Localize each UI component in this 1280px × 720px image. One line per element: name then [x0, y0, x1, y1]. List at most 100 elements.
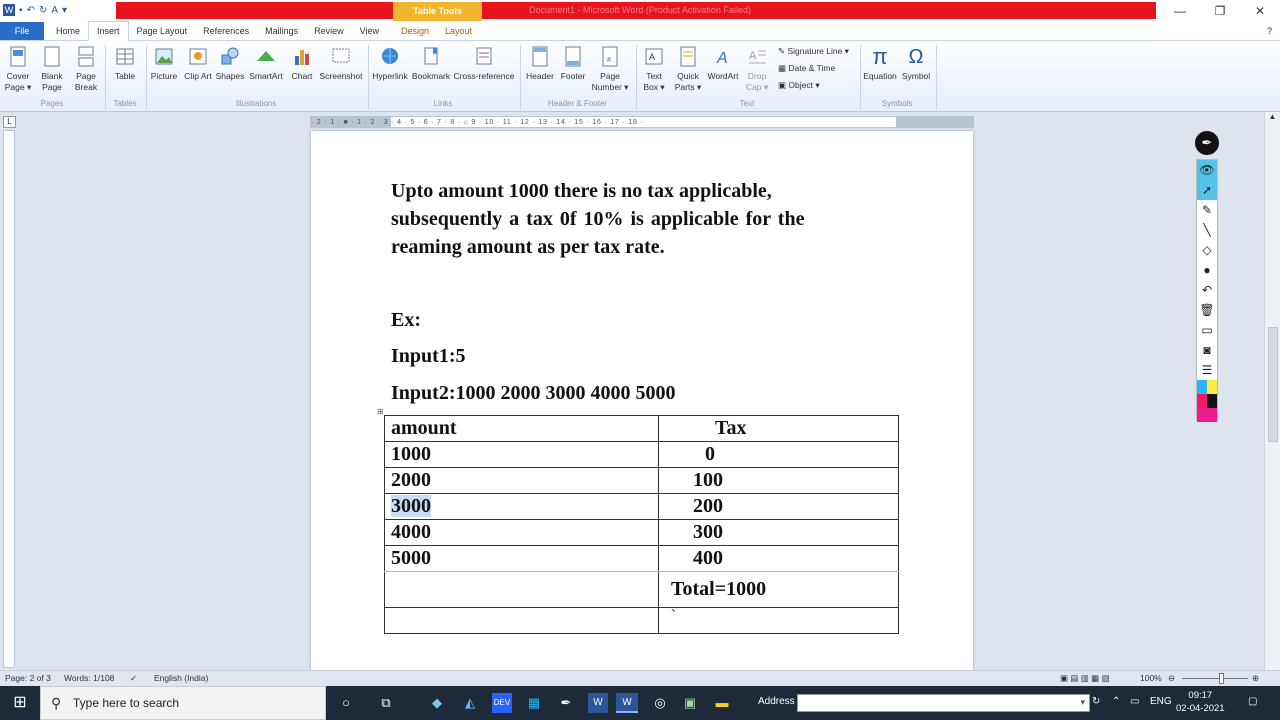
- bookmark-button[interactable]: Bookmark: [411, 45, 451, 82]
- picture-button[interactable]: Picture: [149, 45, 179, 82]
- page-number-button[interactable]: # Page Number ▾: [590, 45, 630, 93]
- devcpp-icon[interactable]: DEV: [492, 693, 512, 713]
- empty-cell[interactable]: [384, 607, 659, 634]
- hyperlink-button[interactable]: Hyperlink: [371, 45, 409, 82]
- page-break-button[interactable]: Page Break: [72, 45, 100, 93]
- undo-icon[interactable]: ↶: [27, 5, 35, 16]
- help-icon[interactable]: ?: [1267, 22, 1280, 40]
- input1-line[interactable]: Input1:5: [391, 342, 465, 370]
- tab-layout[interactable]: Layout: [437, 22, 480, 40]
- pen-tool-icon[interactable]: ✒: [1195, 131, 1219, 155]
- pen-app-icon[interactable]: ✒: [556, 693, 576, 713]
- calendar-icon[interactable]: ▦: [524, 693, 544, 713]
- equation-button[interactable]: π Equation: [862, 45, 898, 82]
- eye-icon[interactable]: 👁: [1197, 160, 1217, 180]
- dot-icon[interactable]: ●: [1197, 260, 1217, 280]
- signature-line-button[interactable]: ✎ Signature Line ▾: [778, 45, 849, 57]
- redo-icon[interactable]: ↻: [39, 5, 47, 16]
- network-icon[interactable]: ▭: [1130, 696, 1139, 707]
- tab-selector[interactable]: L: [3, 116, 16, 128]
- language-status[interactable]: English (India): [154, 671, 208, 686]
- table-button[interactable]: Table: [110, 45, 140, 82]
- tab-references[interactable]: References: [195, 22, 257, 40]
- tab-mailings[interactable]: Mailings: [257, 22, 306, 40]
- word-icon[interactable]: W: [3, 4, 15, 16]
- trash-icon[interactable]: 🗑: [1197, 300, 1217, 320]
- zoom-level[interactable]: 100%: [1140, 671, 1162, 686]
- table-move-handle[interactable]: ⊞: [377, 407, 384, 416]
- paragraph-line-2[interactable]: subsequently a tax 0f 10% is applicable …: [391, 205, 804, 233]
- amount-cell[interactable]: 5000: [384, 545, 659, 572]
- text-box-button[interactable]: A Text Box ▾: [640, 45, 668, 93]
- date-time-button[interactable]: ▦ Date & Time: [778, 62, 835, 74]
- shapes-button[interactable]: Shapes: [214, 45, 246, 82]
- view-buttons[interactable]: ▣ ▤ ▥ ▦ ▧: [1060, 671, 1110, 686]
- cursor-icon[interactable]: ➚: [1197, 180, 1217, 200]
- smartart-button[interactable]: SmartArt: [248, 45, 284, 82]
- tab-view[interactable]: View: [352, 22, 387, 40]
- customize-qat-icon[interactable]: ▾: [62, 5, 67, 16]
- header-amount[interactable]: amount: [384, 415, 659, 442]
- color-pink-black[interactable]: [1197, 394, 1217, 408]
- cortana-icon[interactable]: ○: [336, 693, 356, 713]
- tax-cell[interactable]: 200: [658, 493, 899, 520]
- tab-file[interactable]: File: [0, 22, 44, 40]
- app-icon-1[interactable]: ◆: [427, 693, 447, 713]
- screenshot-button[interactable]: Screenshot: [318, 45, 364, 82]
- close-icon[interactable]: ✕: [1240, 0, 1280, 22]
- wordart-button[interactable]: A WordArt: [705, 45, 741, 82]
- horizontal-ruler[interactable]: · 2 · 1 · ■ · 1 · 2 · 3 · 4 · 5 · 6 · 7 …: [310, 116, 974, 128]
- zoom-slider[interactable]: [1182, 678, 1248, 679]
- zoom-out-icon[interactable]: ⊖: [1168, 671, 1175, 686]
- vertical-scrollbar[interactable]: ▲: [1264, 112, 1280, 670]
- tray-chevron-icon[interactable]: ⌃: [1112, 696, 1120, 707]
- symbol-button[interactable]: Ω Symbol: [900, 45, 932, 82]
- chart-button[interactable]: Chart: [288, 45, 316, 82]
- address-input[interactable]: ▾: [797, 694, 1090, 712]
- app-icon-3[interactable]: ▣: [680, 693, 700, 713]
- example-label[interactable]: Ex:: [391, 306, 421, 334]
- blank-page-button[interactable]: Blank Page: [38, 45, 66, 93]
- eraser-icon[interactable]: ◇: [1197, 240, 1217, 260]
- save-icon[interactable]: ▪: [19, 5, 23, 16]
- tax-table[interactable]: amount Tax 1000 0 2000 100 3000 200 4000…: [384, 415, 899, 634]
- tax-cell[interactable]: 0: [658, 441, 899, 468]
- camera-icon[interactable]: ◙: [1197, 340, 1217, 360]
- tab-home[interactable]: Home: [48, 22, 88, 40]
- word-app-icon[interactable]: W: [588, 693, 608, 713]
- quick-parts-button[interactable]: Quick Parts ▾: [672, 45, 704, 93]
- empty-cell[interactable]: [384, 571, 659, 608]
- tax-cell[interactable]: 300: [658, 519, 899, 546]
- screen-icon[interactable]: ▭: [1197, 320, 1217, 340]
- color-cyan-yellow[interactable]: [1197, 380, 1217, 394]
- notification-icon[interactable]: ▢: [1248, 696, 1257, 707]
- header-button[interactable]: Header: [523, 45, 557, 82]
- amount-cell-selected[interactable]: 3000: [384, 493, 659, 520]
- tab-design[interactable]: Design: [393, 22, 437, 40]
- header-tax[interactable]: Tax: [658, 415, 899, 442]
- address-dropdown-icon[interactable]: ▾: [1080, 697, 1085, 708]
- cover-page-button[interactable]: Cover Page ▾: [4, 45, 32, 93]
- last-cell[interactable]: `: [658, 607, 899, 634]
- color-pink[interactable]: [1197, 408, 1217, 422]
- line-icon[interactable]: ╲: [1197, 220, 1217, 240]
- clip-art-button[interactable]: Clip Art: [184, 45, 212, 82]
- browser-icon[interactable]: ◎: [650, 693, 670, 713]
- maximize-icon[interactable]: ❐: [1200, 0, 1240, 22]
- taskbar-search[interactable]: ⚲ Type here to search: [40, 686, 326, 720]
- total-cell[interactable]: Total=1000: [658, 571, 899, 608]
- windows-start-icon[interactable]: ⊞: [0, 686, 40, 720]
- system-clock[interactable]: 09:17 02-04-2021: [1176, 689, 1225, 715]
- amount-cell[interactable]: 1000: [384, 441, 659, 468]
- tab-review[interactable]: Review: [306, 22, 352, 40]
- tab-page-layout[interactable]: Page Layout: [129, 22, 196, 40]
- proofing-icon[interactable]: ✓: [130, 671, 137, 686]
- pen-icon[interactable]: ✎: [1197, 200, 1217, 220]
- scroll-up-icon[interactable]: ▲: [1265, 112, 1280, 121]
- zoom-slider-thumb[interactable]: [1219, 673, 1224, 684]
- format-icon[interactable]: A: [51, 5, 58, 16]
- word-active-icon[interactable]: W: [616, 693, 638, 713]
- object-button[interactable]: ▣ Object ▾: [778, 79, 820, 91]
- drop-cap-button[interactable]: A Drop Cap ▾: [743, 45, 771, 93]
- scroll-thumb[interactable]: [1268, 327, 1278, 442]
